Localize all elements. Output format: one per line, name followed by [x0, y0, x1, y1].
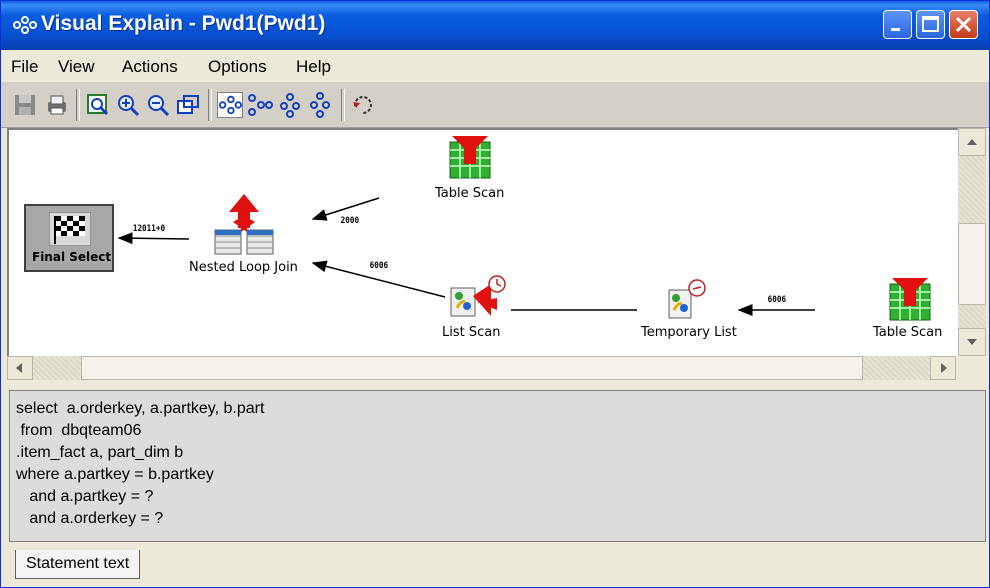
zoom-out-icon [148, 95, 170, 117]
menu-help[interactable]: Help [296, 57, 331, 77]
node-label-temporary-list: Temporary List [641, 325, 737, 340]
scroll-left-icon [16, 363, 22, 373]
graph-bottom-to-top-button[interactable] [307, 92, 333, 118]
statement-text-panel[interactable]: select a.orderkey, a.partkey, b.part fro… [9, 390, 986, 542]
refresh-button[interactable] [350, 92, 376, 118]
vertical-scrollbar[interactable] [958, 128, 986, 356]
zoom-out-button[interactable] [145, 92, 171, 118]
nested-loop-join-icon [214, 194, 274, 255]
visual-explain-app-icon [13, 16, 37, 34]
node-temporary-list[interactable]: Temporary List [637, 278, 747, 346]
close-icon [955, 16, 972, 33]
temporary-list-icon [668, 279, 706, 319]
menu-file[interactable]: File [11, 57, 38, 77]
tab-statement-text[interactable]: Statement text [15, 550, 141, 579]
node-label-final-select: Final Select [32, 250, 112, 264]
horizontal-scrollbar[interactable] [7, 356, 956, 380]
scroll-up-button[interactable] [958, 128, 986, 156]
node-label-table-scan-2: Table Scan [873, 325, 943, 340]
graph-left-to-right-icon [248, 94, 273, 116]
zoom-in-button[interactable] [115, 92, 141, 118]
edge-label-listscan-to-join: 6006 [369, 261, 389, 271]
menu-actions[interactable]: Actions [122, 57, 178, 77]
vertical-scroll-thumb[interactable] [958, 223, 986, 305]
checkered-flag-icon [49, 212, 91, 246]
graph-right-to-left-icon [218, 95, 242, 115]
zoom-in-icon [118, 95, 140, 117]
edge-label-join-to-final: 12011+0 [132, 224, 166, 234]
scroll-right-button[interactable] [930, 356, 956, 380]
maximize-icon [922, 16, 939, 32]
close-button[interactable] [949, 10, 978, 39]
horizontal-scroll-thumb[interactable] [81, 356, 863, 380]
minimize-icon [891, 28, 900, 31]
table-scan-icon [449, 136, 491, 179]
zoom-to-fit-icon [87, 94, 109, 116]
menu-view[interactable]: View [58, 57, 95, 77]
scroll-up-icon [967, 139, 977, 145]
graph-top-to-bottom-icon [280, 93, 300, 118]
node-label-table-scan-1: Table Scan [435, 186, 505, 201]
save-button[interactable] [12, 92, 38, 118]
window-title: Visual Explain - Pwd1(Pwd1) [41, 12, 326, 35]
graph-top-to-bottom-button[interactable] [277, 92, 303, 118]
node-table-scan-2[interactable]: Table Scan [871, 278, 958, 346]
scroll-down-icon [967, 339, 977, 345]
overview-icon [177, 95, 199, 114]
access-plan-graph[interactable]: 12011+0 2000 6006 6006 Final Select Nest… [7, 128, 958, 358]
graph-left-to-right-button[interactable] [247, 92, 273, 118]
list-scan-icon [450, 275, 506, 317]
toolbar-separator [76, 89, 80, 121]
print-button[interactable] [44, 92, 70, 118]
minimize-button[interactable] [883, 10, 912, 39]
node-label-list-scan: List Scan [442, 325, 501, 340]
node-label-nested-loop-join: Nested Loop Join [189, 260, 298, 275]
edge-label-tablescan-to-join: 2000 [340, 216, 360, 226]
overview-button[interactable] [175, 92, 201, 118]
title-bar[interactable]: Visual Explain - Pwd1(Pwd1) [1, 1, 989, 50]
sql-statement-text[interactable]: select a.orderkey, a.partkey, b.part fro… [10, 391, 985, 537]
print-icon [48, 95, 66, 115]
graph-bottom-to-top-icon [310, 92, 330, 118]
bottom-tab-bar: Statement text [9, 542, 986, 586]
toolbar [1, 83, 989, 128]
maximize-button[interactable] [916, 10, 945, 39]
node-table-scan-1[interactable]: Table Scan [429, 136, 511, 204]
table-scan-icon [889, 278, 931, 321]
save-icon [15, 95, 35, 115]
edge-label-tablescan2-to-templist: 6006 [767, 295, 787, 305]
toolbar-separator [208, 89, 212, 121]
node-final-select[interactable]: Final Select [24, 204, 114, 272]
graph-right-to-left-button[interactable] [217, 92, 243, 118]
node-list-scan[interactable]: List Scan [437, 274, 517, 346]
visual-explain-window: Visual Explain - Pwd1(Pwd1) File View Ac… [0, 0, 990, 588]
toolbar-separator [341, 89, 345, 121]
edge-join-to-final [117, 232, 190, 245]
node-nested-loop-join[interactable]: Nested Loop Join [189, 192, 305, 282]
menu-bar: File View Actions Options Help [1, 50, 989, 83]
scroll-left-button[interactable] [7, 356, 33, 380]
refresh-icon [353, 96, 372, 114]
scroll-down-button[interactable] [958, 328, 986, 356]
menu-options[interactable]: Options [208, 57, 267, 77]
zoom-to-fit-button[interactable] [85, 92, 111, 118]
scroll-right-icon [941, 363, 947, 373]
